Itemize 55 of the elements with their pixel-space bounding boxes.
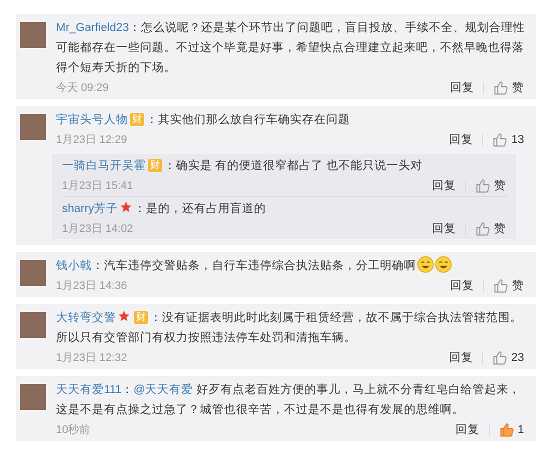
timestamp: 1月23日 12:32 bbox=[56, 351, 127, 365]
comment-text: sharry芳子 ：是的，还有占用盲道的 bbox=[62, 200, 267, 217]
username-link[interactable]: 天天有爱111 bbox=[56, 384, 122, 396]
like-button[interactable]: 赞 bbox=[475, 178, 506, 193]
username-link[interactable]: 大转弯交警 bbox=[56, 312, 116, 324]
reply-link[interactable]: 回复 bbox=[450, 278, 474, 293]
like-button[interactable]: 赞 bbox=[475, 221, 506, 236]
timestamp: 1月23日 14:36 bbox=[56, 279, 127, 293]
thumbs-up-icon bbox=[475, 178, 490, 193]
username-link[interactable]: sharry芳子 bbox=[62, 203, 118, 215]
timestamp: 1月23日 15:41 bbox=[62, 179, 133, 193]
comment-text: 宇宙头号人物 财 ：其实他们那么放自行车确实存在问题 bbox=[56, 112, 351, 128]
comment-text: Mr_Garfield23：怎么说呢？还是某个环节出了问题吧，盲目投放、手续不全、规划合理性可能都存在一些问题。不过这个毕竟是好事，希望快点合理建立起来吧，不然早晚也得落得个短寿夭折的下场。 bbox=[56, 20, 526, 76]
like-button[interactable]: 赞 bbox=[493, 278, 524, 293]
avatar-placeholder bbox=[20, 312, 46, 338]
like-button[interactable]: 赞 bbox=[493, 80, 524, 95]
username-link[interactable]: 宇宙头号人物 bbox=[56, 114, 128, 126]
reply-link[interactable]: 回复 bbox=[432, 221, 456, 236]
comment-text: 大转弯交警 财 ：没有证据表明此时此刻属于租赁经营，故不属于综合执法管辖范围。所以只有交管部门有权力按照违法停车处罚和清拖车辆。 bbox=[56, 309, 523, 346]
reply-link[interactable]: 回复 bbox=[456, 422, 480, 437]
reply-link[interactable]: 回复 bbox=[449, 350, 474, 365]
timestamp: 1月23日 12:29 bbox=[56, 133, 127, 147]
like-button[interactable]: 13 bbox=[492, 132, 524, 147]
thumbs-up-icon bbox=[492, 350, 508, 365]
reply-link[interactable]: 回复 bbox=[449, 132, 474, 147]
wealth-badge: 财 bbox=[130, 113, 144, 126]
like-button[interactable]: 23 bbox=[492, 350, 524, 365]
thumbs-up-icon bbox=[498, 422, 514, 437]
reply-link[interactable]: 回复 bbox=[432, 178, 456, 193]
thumbs-up-icon bbox=[493, 278, 508, 293]
comment-text: 一骑白马开吴霍 财 ：确实是 有的便道很窄都占了 也不能只说一头对 bbox=[62, 158, 424, 174]
laughing-emoji-icon bbox=[435, 256, 452, 273]
timestamp: 1月23日 14:02 bbox=[62, 222, 133, 236]
thumbs-up-icon bbox=[493, 80, 508, 95]
avatar-placeholder bbox=[20, 22, 46, 48]
avatar-placeholder bbox=[20, 260, 46, 286]
mention-link[interactable]: @天天有爱 bbox=[133, 384, 194, 396]
wealth-badge: 财 bbox=[134, 311, 148, 324]
comment-text: 钱小戟：汽车违停交警贴条，自行车违停综合执法贴条，分工明确啊 bbox=[56, 256, 526, 276]
username-link[interactable]: 一骑白马开吴霍 bbox=[62, 160, 146, 172]
comment-text: 天天有爱111：@天天有爱 好歹有点老百姓方便的事儿，马上就不分青红皂白给管起来，这是不是有点操之过急了？城管也很辛苦，不过是不是也得有发展的思维啊。 bbox=[56, 382, 522, 418]
star-icon bbox=[120, 201, 132, 213]
avatar-placeholder bbox=[20, 384, 46, 410]
thumbs-up-icon bbox=[492, 132, 508, 147]
reply-link[interactable]: 回复 bbox=[450, 80, 474, 95]
laughing-emoji-icon bbox=[417, 256, 434, 273]
username-link[interactable]: 钱小戟 bbox=[56, 260, 92, 272]
timestamp: 今天 09:29 bbox=[56, 81, 109, 95]
timestamp: 10秒前 bbox=[56, 423, 90, 437]
username-link[interactable]: Mr_Garfield23 bbox=[56, 22, 129, 34]
like-button[interactable]: 1 bbox=[498, 422, 524, 437]
star-icon bbox=[118, 310, 130, 322]
wealth-badge: 财 bbox=[148, 159, 162, 172]
avatar-placeholder bbox=[20, 114, 46, 140]
thumbs-up-icon bbox=[475, 221, 490, 236]
